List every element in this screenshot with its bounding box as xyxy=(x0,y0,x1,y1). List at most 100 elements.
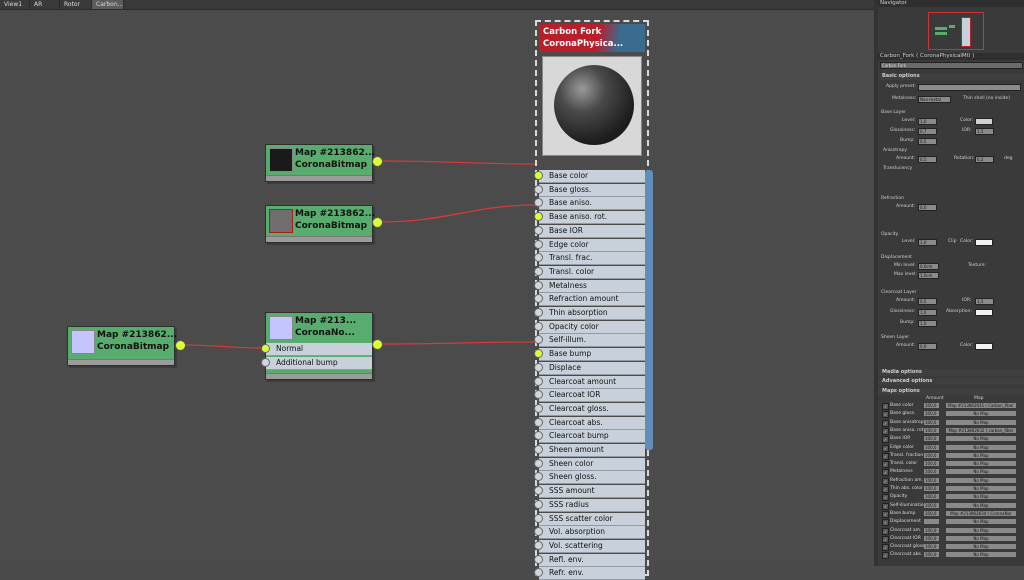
material-slot[interactable]: Thin absorption xyxy=(534,307,645,320)
material-slot[interactable]: Refraction amount xyxy=(534,293,645,307)
input-socket[interactable] xyxy=(534,294,543,304)
map-button[interactable]: No Map xyxy=(946,461,1016,467)
input-socket[interactable] xyxy=(534,362,543,372)
map-button[interactable]: No Map xyxy=(946,535,1016,541)
input-socket[interactable] xyxy=(534,486,543,496)
input-socket[interactable] xyxy=(534,308,543,317)
input-socket[interactable] xyxy=(534,184,543,194)
input-socket[interactable] xyxy=(534,499,543,509)
map-enable-checkbox[interactable]: ✓ xyxy=(882,444,889,452)
ior-field[interactable]: 1,5 xyxy=(975,128,994,135)
map-button[interactable]: No Map xyxy=(946,502,1016,508)
material-slot[interactable]: SSS radius xyxy=(534,498,645,512)
map-button[interactable]: No Map xyxy=(946,527,1016,533)
material-slot[interactable]: Sheen color xyxy=(534,457,645,471)
material-slot[interactable]: Base color xyxy=(534,170,645,183)
slot-additional-bump[interactable]: Additional bump xyxy=(261,357,372,370)
material-slot[interactable]: Vol. scattering xyxy=(534,539,645,553)
map-amount-field[interactable]: 100,0 xyxy=(924,544,939,550)
clearcoat-bump-field[interactable]: 1,0 xyxy=(918,320,937,327)
max-level-field[interactable]: 1,0cm xyxy=(918,272,939,279)
aniso-amount-field[interactable]: 0,5 xyxy=(918,156,937,163)
map-amount-field[interactable]: 100,0 xyxy=(924,436,939,442)
material-slot[interactable]: Base aniso. rot. xyxy=(534,211,645,225)
glossiness-field[interactable]: 0,7 xyxy=(918,128,937,135)
section-advanced-options[interactable]: Advanced options xyxy=(878,378,1024,385)
material-slot[interactable]: Base gloss. xyxy=(534,183,645,197)
map-enable-checkbox[interactable]: ✓ xyxy=(882,519,889,527)
material-slot[interactable]: Edge color xyxy=(534,238,645,252)
map-button[interactable]: No Map xyxy=(946,419,1016,425)
material-slot[interactable]: Sheen gloss. xyxy=(534,471,645,485)
node-bitmap-2[interactable]: Map #213862... CoronaBitmap xyxy=(265,205,375,243)
map-enable-checkbox[interactable]: ✓ xyxy=(882,502,889,510)
min-level-field[interactable]: 0,0cm xyxy=(918,263,939,270)
map-button[interactable]: Map #213862634 ( CoronaNor xyxy=(946,510,1016,516)
map-amount-field[interactable]: 100,0 xyxy=(924,486,939,491)
input-socket[interactable] xyxy=(534,554,543,564)
material-slot[interactable]: Refr. env. xyxy=(534,567,645,580)
metalness-dropdown[interactable]: Non-metal xyxy=(918,96,951,103)
input-socket[interactable] xyxy=(261,358,270,367)
input-socket[interactable] xyxy=(534,445,543,454)
rotation-field[interactable]: 0,2 xyxy=(975,156,994,163)
map-enable-checkbox[interactable]: ✓ xyxy=(882,527,889,535)
map-enable-checkbox[interactable]: ✓ xyxy=(882,552,889,560)
map-amount-field[interactable]: 100,0 xyxy=(924,469,939,475)
map-button[interactable]: No Map xyxy=(946,477,1016,483)
sheen-color-swatch[interactable] xyxy=(975,343,993,350)
map-button[interactable]: No Map xyxy=(946,519,1016,525)
clearcoat-ior-field[interactable]: 1,5 xyxy=(975,298,994,305)
map-amount-field[interactable]: 100,0 xyxy=(924,444,939,450)
input-socket[interactable] xyxy=(534,417,543,427)
material-slot[interactable]: Opacity color xyxy=(534,320,645,334)
material-slot[interactable]: Base bump xyxy=(534,348,645,362)
map-enable-checkbox[interactable]: ✓ xyxy=(882,436,889,444)
material-slot[interactable]: Clearcoat amount xyxy=(534,375,645,389)
section-basic-options[interactable]: Basic options xyxy=(878,73,1024,80)
input-socket[interactable] xyxy=(534,376,543,386)
node-corona-normal[interactable]: Map #213... CoronaNo... Normal Additiona… xyxy=(261,312,373,380)
map-enable-checkbox[interactable]: ✓ xyxy=(882,486,889,493)
map-button[interactable]: No Map xyxy=(946,444,1016,450)
map-amount-field[interactable]: 100,0 xyxy=(924,552,939,558)
material-name-field[interactable]: Carbon Fork xyxy=(880,62,1023,69)
input-socket[interactable] xyxy=(534,335,543,345)
map-enable-checkbox[interactable]: ✓ xyxy=(882,419,889,427)
material-slot[interactable]: Vol. absorption xyxy=(534,526,645,540)
output-socket-1[interactable] xyxy=(372,156,383,167)
map-amount-field[interactable] xyxy=(924,519,939,525)
map-enable-checkbox[interactable]: ✓ xyxy=(882,477,889,485)
clearcoat-glossiness-field[interactable]: 1,0 xyxy=(918,309,937,316)
map-enable-checkbox[interactable]: ✓ xyxy=(882,469,889,477)
material-slot[interactable]: Sheen amount xyxy=(534,444,645,457)
material-slot[interactable]: Base IOR xyxy=(534,224,645,238)
map-enable-checkbox[interactable]: ✓ xyxy=(882,535,889,543)
clearcoat-amount-field[interactable]: 0,5 xyxy=(918,298,937,305)
input-socket[interactable] xyxy=(534,171,543,180)
input-socket[interactable] xyxy=(534,431,543,441)
map-enable-checkbox[interactable]: ✓ xyxy=(882,452,889,460)
map-enable-checkbox[interactable]: ✓ xyxy=(882,403,889,410)
map-enable-checkbox[interactable]: ✓ xyxy=(882,544,889,552)
output-socket-3[interactable] xyxy=(175,340,186,351)
material-node[interactable]: Carbon Fork CoronaPhysica... Base color B… xyxy=(534,20,649,580)
material-slot[interactable]: Base aniso. xyxy=(534,197,645,211)
input-socket[interactable] xyxy=(534,321,543,331)
map-enable-checkbox[interactable]: ✓ xyxy=(882,494,889,502)
map-enable-checkbox[interactable]: ✓ xyxy=(882,411,889,419)
level-field[interactable]: 1,0 xyxy=(918,118,937,125)
base-color-swatch[interactable] xyxy=(975,118,993,125)
material-slot[interactable]: Self-illum. xyxy=(534,334,645,348)
map-amount-field[interactable]: 100,0 xyxy=(924,494,939,500)
input-socket[interactable] xyxy=(534,266,543,276)
map-button[interactable]: Map #213862631 ( Carbon_fiber xyxy=(946,403,1016,408)
map-amount-field[interactable]: 100,0 xyxy=(924,461,939,467)
map-button[interactable]: No Map xyxy=(946,411,1016,417)
navigator-frame[interactable] xyxy=(928,12,984,50)
map-amount-field[interactable]: 100,0 xyxy=(924,502,939,508)
map-amount-field[interactable]: 100,0 xyxy=(924,477,939,483)
tab-ar[interactable]: AR xyxy=(30,0,60,9)
slot-scroll-strip[interactable] xyxy=(645,170,653,450)
material-slot[interactable]: Metalness xyxy=(534,279,645,293)
